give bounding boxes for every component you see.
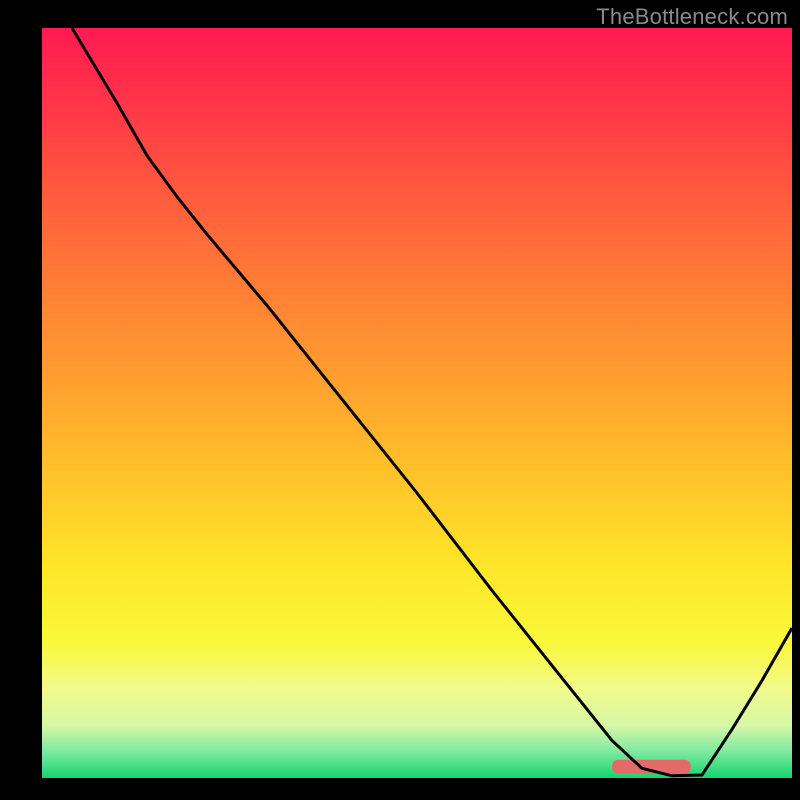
watermark-text: TheBottleneck.com [596,4,788,30]
chart-plot-area [42,28,792,778]
chart-container: { "watermark": "TheBottleneck.com", "cha… [0,0,800,800]
chart-svg [0,0,800,800]
